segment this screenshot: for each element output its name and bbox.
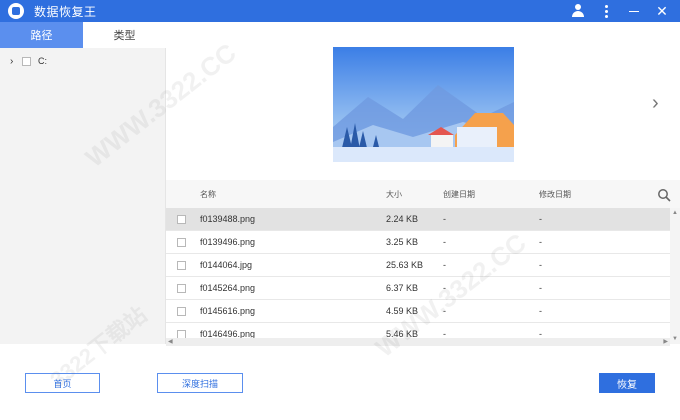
scroll-left-icon[interactable]: ◀ <box>168 338 173 345</box>
column-header-modified[interactable]: 修改日期 <box>539 189 571 200</box>
row-checkbox[interactable] <box>177 261 186 270</box>
tree-item-label: C: <box>38 56 47 66</box>
file-created: - <box>443 214 446 224</box>
column-header-created[interactable]: 创建日期 <box>443 189 475 200</box>
sidebar-tabs: 路径 类型 <box>0 22 166 48</box>
file-modified: - <box>539 260 542 270</box>
app-window: 数据恢复王 ✕ 路径 类型 › C: › 名称 大小 创建日期 修改日期 f01… <box>0 0 680 420</box>
file-name: f0145264.png <box>200 283 256 293</box>
title-bar: 数据恢复王 ✕ <box>0 0 680 22</box>
file-created: - <box>443 306 446 316</box>
app-title: 数据恢复王 <box>34 4 97 19</box>
row-checkbox[interactable] <box>177 215 186 224</box>
vertical-scrollbar[interactable]: ▲ ▼ <box>670 208 680 344</box>
chevron-right-icon[interactable]: › <box>652 92 659 115</box>
landscape-preview-image <box>333 47 514 162</box>
tree-item-c-drive[interactable]: › C: <box>0 50 165 72</box>
row-checkbox[interactable] <box>177 307 186 316</box>
file-size: 6.37 KB <box>386 283 419 293</box>
file-modified: - <box>539 283 542 293</box>
table-row[interactable]: f0139488.png 2.24 KB - - <box>166 208 680 231</box>
bottom-action-bar: 首页 深度扫描 恢复 <box>0 346 680 420</box>
file-name: f0145616.png <box>200 306 256 316</box>
table-row[interactable]: f0145264.png 6.37 KB - - <box>166 277 680 300</box>
home-button[interactable]: 首页 <box>25 373 100 393</box>
file-modified: - <box>539 237 542 247</box>
horizontal-scrollbar[interactable]: ◀ ▶ <box>166 338 670 346</box>
table-header: 名称 大小 创建日期 修改日期 <box>166 180 680 208</box>
file-size: 25.63 KB <box>386 260 424 270</box>
more-menu-icon[interactable] <box>598 3 614 19</box>
file-name: f0144064.jpg <box>200 260 253 270</box>
table-row[interactable]: f0139496.png 3.25 KB - - <box>166 231 680 254</box>
table-row[interactable]: f0145616.png 4.59 KB - - <box>166 300 680 323</box>
tab-type[interactable]: 类型 <box>83 22 166 48</box>
file-size: 3.25 KB <box>386 237 419 247</box>
close-icon[interactable]: ✕ <box>654 3 670 19</box>
tab-path[interactable]: 路径 <box>0 22 83 48</box>
file-created: - <box>443 260 446 270</box>
file-created: - <box>443 283 446 293</box>
app-logo-icon <box>8 3 24 19</box>
scroll-down-icon[interactable]: ▼ <box>672 336 678 342</box>
window-controls: ✕ <box>570 3 670 19</box>
preview-panel: › <box>166 22 680 180</box>
user-icon[interactable] <box>570 3 586 19</box>
file-created: - <box>443 237 446 247</box>
scroll-right-icon[interactable]: ▶ <box>663 338 668 345</box>
deep-scan-button[interactable]: 深度扫描 <box>157 373 243 393</box>
file-size: 2.24 KB <box>386 214 419 224</box>
row-checkbox[interactable] <box>177 238 186 247</box>
column-header-name[interactable]: 名称 <box>200 189 216 200</box>
table-row[interactable]: f0144064.jpg 25.63 KB - - <box>166 254 680 277</box>
tree-checkbox[interactable] <box>22 56 31 66</box>
restore-button[interactable]: 恢复 <box>599 373 655 393</box>
scroll-up-icon[interactable]: ▲ <box>672 210 678 216</box>
file-modified: - <box>539 214 542 224</box>
file-name: f0139488.png <box>200 214 256 224</box>
search-icon[interactable] <box>657 188 671 202</box>
folder-tree-panel: › C: <box>0 48 166 344</box>
file-table: 名称 大小 创建日期 修改日期 f0139488.png 2.24 KB - -… <box>166 180 680 344</box>
column-header-size[interactable]: 大小 <box>386 189 402 200</box>
file-modified: - <box>539 306 542 316</box>
chevron-right-icon[interactable]: › <box>10 56 22 67</box>
file-size: 4.59 KB <box>386 306 419 316</box>
file-name: f0139496.png <box>200 237 256 247</box>
minimize-icon[interactable] <box>626 3 642 19</box>
row-checkbox[interactable] <box>177 284 186 293</box>
